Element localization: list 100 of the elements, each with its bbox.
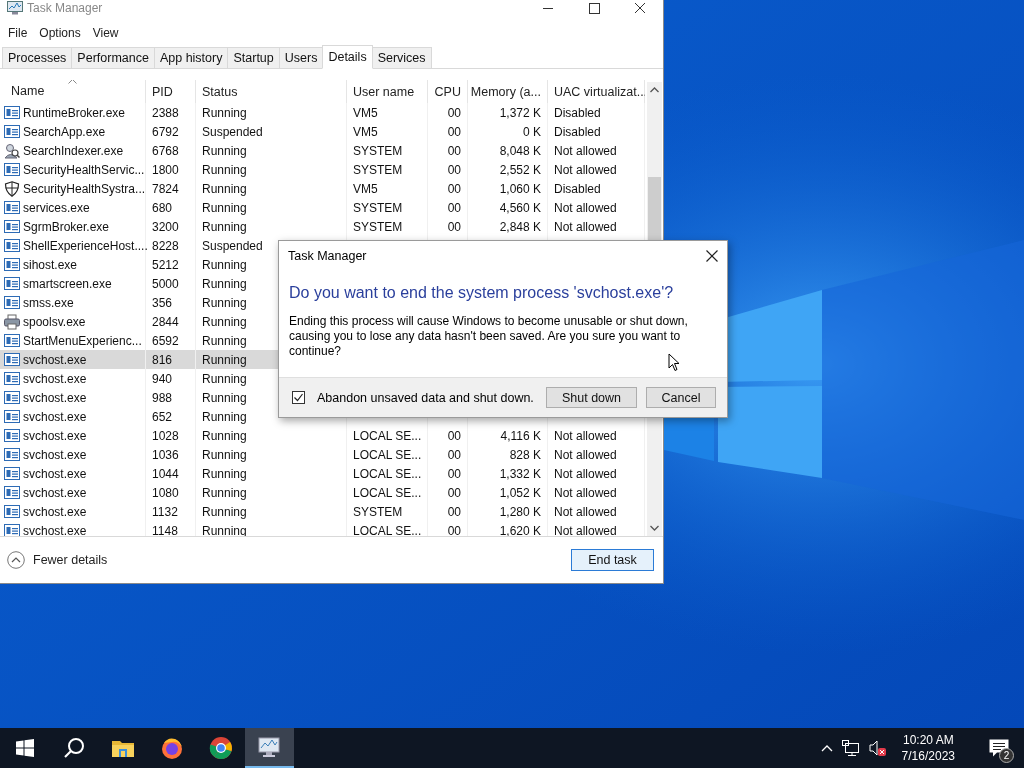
memory-cell: 2,552 K bbox=[499, 162, 541, 177]
dialog-message: Ending this process will cause Windows to become unusable or shut down, causing you to lose any data hasn't been saved. Are you sure you want to continue? bbox=[288, 313, 689, 359]
clock[interactable]: 10:20 AM 7/16/2023 bbox=[895, 732, 961, 764]
memory-cell: 1,332 K bbox=[499, 466, 541, 481]
app-window-icon bbox=[4, 123, 20, 140]
app-window-icon bbox=[4, 503, 20, 520]
pid-cell: 1148 bbox=[152, 523, 178, 536]
table-row[interactable]: SearchIndexer.exe 6768 Running SYSTEM 00 8,048 K Not allowed bbox=[0, 141, 645, 160]
status-cell: Running bbox=[202, 219, 247, 234]
memory-cell: 1,060 K bbox=[499, 181, 541, 196]
end-task-button[interactable]: End task bbox=[571, 549, 654, 571]
folder-icon[interactable] bbox=[111, 739, 134, 757]
process-name: svchost.exe bbox=[23, 428, 87, 443]
process-name: RuntimeBroker.exe bbox=[23, 105, 126, 120]
notification-count-badge: 2 bbox=[999, 748, 1014, 763]
pid-cell: 680 bbox=[152, 200, 173, 215]
column-header[interactable]: PID bbox=[152, 84, 173, 99]
tab[interactable]: Startup bbox=[227, 47, 280, 68]
monitor-chart-icon[interactable] bbox=[257, 736, 282, 758]
process-name: svchost.exe bbox=[23, 409, 87, 424]
cpu-cell: 00 bbox=[447, 143, 461, 158]
checkbox[interactable] bbox=[292, 391, 305, 404]
tab[interactable]: App history bbox=[153, 47, 229, 68]
app-window-icon bbox=[4, 332, 20, 349]
column-header[interactable]: User name bbox=[353, 84, 415, 99]
chevron-up-icon[interactable] bbox=[820, 744, 833, 752]
app-window-icon bbox=[4, 161, 20, 178]
uac-cell: Not allowed bbox=[554, 485, 617, 500]
scroll-down-icon[interactable] bbox=[650, 525, 659, 531]
app-window-icon bbox=[4, 408, 20, 425]
browser-circle-icon[interactable] bbox=[208, 736, 233, 760]
table-row[interactable]: svchost.exe 1080 Running LOCAL SE... 00 1,052 K Not allowed bbox=[0, 483, 645, 502]
search-icon[interactable] bbox=[62, 737, 85, 759]
network-icon[interactable] bbox=[841, 740, 860, 756]
status-cell: Running bbox=[202, 352, 247, 367]
table-row[interactable]: svchost.exe 1028 Running LOCAL SE... 00 4,116 K Not allowed bbox=[0, 426, 645, 445]
process-name: svchost.exe bbox=[23, 390, 87, 405]
process-name: svchost.exe bbox=[23, 371, 87, 386]
column-header[interactable]: UAC virtualizat... bbox=[554, 84, 645, 99]
memory-cell: 0 K bbox=[523, 124, 541, 139]
close-icon[interactable] bbox=[705, 249, 719, 263]
user-cell: SYSTEM bbox=[353, 200, 403, 215]
process-name: smartscreen.exe bbox=[23, 276, 112, 291]
windows-logo-icon[interactable] bbox=[15, 739, 34, 757]
table-row[interactable]: SearchApp.exe 6792 Suspended VM5 00 0 K Disabled bbox=[0, 122, 645, 141]
user-cell: LOCAL SE... bbox=[353, 485, 422, 500]
clock-time: 10:20 AM bbox=[902, 732, 954, 748]
uac-cell: Not allowed bbox=[554, 523, 617, 536]
table-row[interactable]: svchost.exe 1036 Running LOCAL SE... 00 828 K Not allowed bbox=[0, 445, 645, 464]
table-row[interactable]: SecurityHealthSystra... 7824 Running VM5 00 1,060 K Disabled bbox=[0, 179, 645, 198]
app-window-icon bbox=[4, 389, 20, 406]
pid-cell: 8228 bbox=[152, 238, 179, 253]
status-cell: Running bbox=[202, 181, 247, 196]
status-cell: Running bbox=[202, 447, 247, 462]
table-row[interactable]: svchost.exe 1044 Running LOCAL SE... 00 1,332 K Not allowed bbox=[0, 464, 645, 483]
status-cell: Running bbox=[202, 466, 247, 481]
menu-item[interactable]: View bbox=[86, 26, 125, 40]
cancel-button[interactable]: Cancel bbox=[646, 387, 716, 408]
memory-cell: 828 K bbox=[509, 447, 541, 462]
muted-speaker-icon[interactable] bbox=[868, 740, 887, 756]
status-cell: Running bbox=[202, 143, 247, 158]
menu-item[interactable]: Options bbox=[33, 26, 87, 40]
taskbar-button[interactable] bbox=[245, 728, 294, 768]
column-header[interactable]: Memory (a... bbox=[470, 84, 541, 99]
user-cell: SYSTEM bbox=[353, 162, 403, 177]
table-row[interactable]: services.exe 680 Running SYSTEM 00 4,560 K Not allowed bbox=[0, 198, 645, 217]
cpu-cell: 00 bbox=[447, 428, 461, 443]
shut-down-button[interactable]: Shut down bbox=[546, 387, 637, 408]
table-row[interactable]: RuntimeBroker.exe 2388 Running VM5 00 1,372 K Disabled bbox=[0, 103, 645, 122]
process-name: svchost.exe bbox=[23, 504, 87, 519]
tab[interactable]: Services bbox=[371, 47, 432, 68]
table-row[interactable]: SgrmBroker.exe 3200 Running SYSTEM 00 2,848 K Not allowed bbox=[0, 217, 645, 236]
pid-cell: 3200 bbox=[152, 219, 179, 234]
column-header[interactable]: CPU bbox=[434, 84, 461, 99]
app-window-icon bbox=[4, 218, 20, 235]
status-cell: Running bbox=[202, 162, 247, 177]
user-cell: SYSTEM bbox=[353, 143, 403, 158]
uac-cell: Disabled bbox=[554, 105, 601, 120]
tab[interactable]: Performance bbox=[71, 47, 155, 68]
scroll-up-icon[interactable] bbox=[650, 87, 659, 93]
cpu-cell: 00 bbox=[447, 162, 461, 177]
tab[interactable]: Users bbox=[278, 47, 324, 68]
status-cell: Running bbox=[202, 105, 247, 120]
user-cell: VM5 bbox=[353, 105, 378, 120]
memory-cell: 1,372 K bbox=[499, 105, 541, 120]
app-window-icon bbox=[4, 199, 20, 216]
tab[interactable]: Details bbox=[322, 45, 373, 69]
tab[interactable]: Processes bbox=[2, 47, 73, 68]
column-header[interactable]: Status bbox=[202, 84, 238, 99]
process-name: StartMenuExperienc... bbox=[23, 333, 142, 348]
menu-item[interactable]: File bbox=[2, 26, 34, 40]
process-name: ShellExperienceHost.... bbox=[23, 238, 148, 253]
fewer-details-link[interactable]: Fewer details bbox=[7, 551, 108, 569]
table-row[interactable]: SecurityHealthServic... 1800 Running SYSTEM 00 2,552 K Not allowed bbox=[0, 160, 645, 179]
table-row[interactable]: svchost.exe 1132 Running SYSTEM 00 1,280 K Not allowed bbox=[0, 502, 645, 521]
dialog-heading: Do you want to end the system process 'svchost.exe'? bbox=[288, 283, 675, 302]
app-window-icon bbox=[4, 104, 20, 121]
window-title: Task Manager bbox=[27, 1, 103, 15]
user-cell: LOCAL SE... bbox=[353, 447, 422, 462]
column-header[interactable]: Name bbox=[11, 80, 77, 98]
